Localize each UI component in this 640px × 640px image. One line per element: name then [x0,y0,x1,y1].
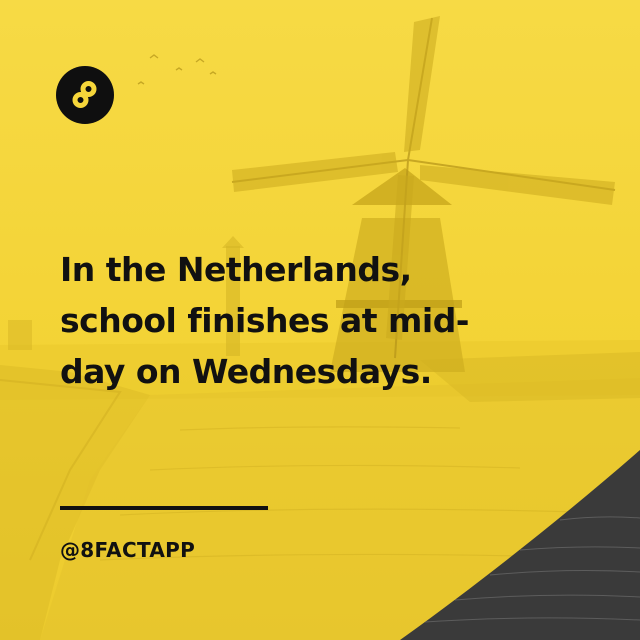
fact-line: In the Netherlands, [60,250,412,289]
brand-logo [56,66,114,124]
brand-handle: @8FACTAPP [60,538,196,562]
fact-card: In the Netherlands, school finishes at m… [0,0,640,640]
infinity-eight-icon [72,81,97,108]
fact-line: school finishes at mid- [60,301,470,340]
fact-headline: In the Netherlands, school finishes at m… [60,244,530,397]
distant-house [8,320,32,350]
fact-line: day on Wednesdays. [60,352,432,391]
divider-line [60,506,268,510]
birds [137,54,217,85]
